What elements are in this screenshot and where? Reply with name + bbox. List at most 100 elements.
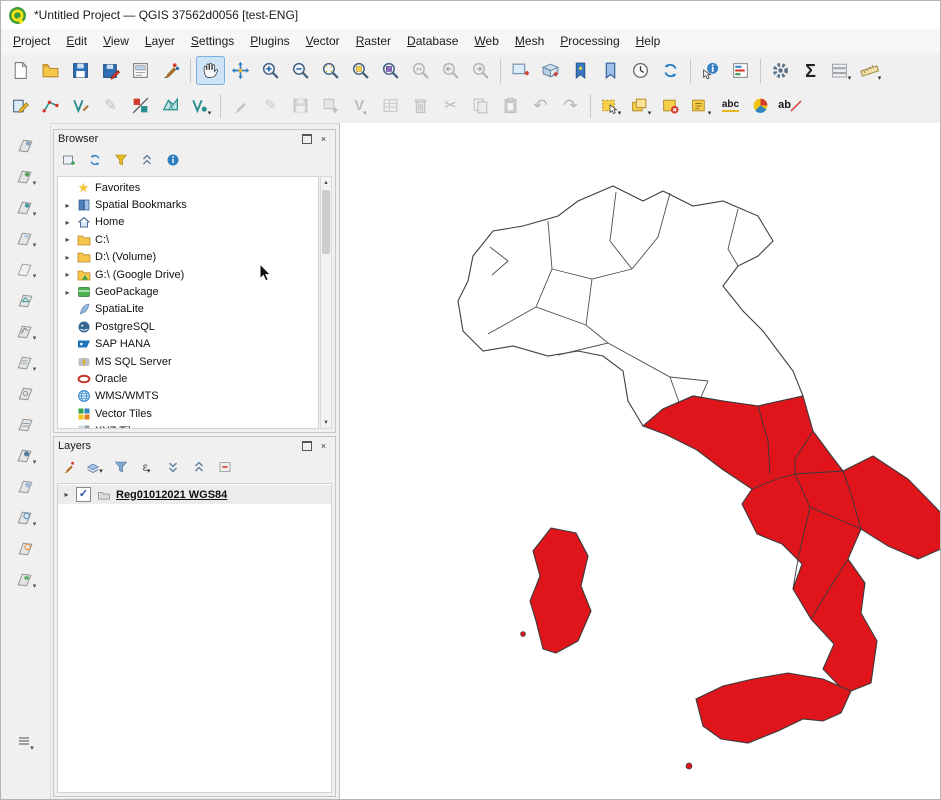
refresh-browser-button[interactable] — [83, 149, 106, 171]
menu-vector[interactable]: Vector — [298, 31, 348, 51]
new-geopackage-layer-button[interactable]: ▾ — [7, 164, 45, 188]
menu-database[interactable]: Database — [399, 31, 466, 51]
identify-features-button[interactable] — [696, 56, 725, 85]
browser-item-c-drive[interactable]: ▸C:\ — [58, 231, 318, 248]
menu-plugins[interactable]: Plugins — [242, 31, 297, 51]
expander-icon[interactable]: ▸ — [62, 490, 71, 499]
scroll-up-button[interactable]: ▲ — [321, 177, 331, 188]
zoom-in-button[interactable] — [256, 56, 285, 85]
menu-layer[interactable]: Layer — [137, 31, 183, 51]
layer-diagrams-button[interactable] — [746, 91, 775, 120]
add-favorite-button[interactable] — [57, 149, 80, 171]
add-delimited-text-layer-button[interactable] — [7, 412, 45, 436]
new-spatialite-layer-button[interactable]: ▾ — [7, 226, 45, 250]
zoom-to-layer-button[interactable] — [376, 56, 405, 85]
menu-web[interactable]: Web — [466, 31, 506, 51]
menu-mesh[interactable]: Mesh — [507, 31, 552, 51]
rotate-feature-button[interactable] — [226, 91, 255, 120]
add-vector-layer-button[interactable]: ▾ — [7, 319, 45, 343]
layer-labeling-button[interactable]: abc — [716, 91, 745, 120]
copy-features-button[interactable] — [466, 91, 495, 120]
mesh-digitizing-button[interactable] — [156, 91, 185, 120]
redo-button[interactable]: ↷ — [556, 91, 585, 120]
browser-item-xyz-tiles[interactable]: XYZ Tiles — [58, 422, 318, 429]
vertex-tool-button[interactable]: V▾ — [346, 91, 375, 120]
add-vector-tile-layer-button[interactable]: ▾ — [7, 567, 45, 591]
expand-all-button[interactable] — [161, 456, 184, 478]
filter-browser-button[interactable] — [109, 149, 132, 171]
menu-project[interactable]: Project — [5, 31, 58, 51]
show-layout-manager-button[interactable] — [126, 56, 155, 85]
temporal-controller-button[interactable] — [626, 56, 655, 85]
open-layer-styling-button[interactable] — [57, 456, 80, 478]
browser-item-oracle[interactable]: Oracle — [58, 370, 318, 387]
new-map-view-button[interactable] — [506, 56, 535, 85]
zoom-next-button[interactable] — [466, 56, 495, 85]
properties-info-button[interactable] — [161, 149, 184, 171]
remove-layer-button[interactable] — [213, 456, 236, 478]
add-spatialite-layer-button[interactable] — [7, 474, 45, 498]
browser-item-g-drive[interactable]: ▸G:\ (Google Drive) — [58, 266, 318, 283]
expander-icon[interactable]: ▸ — [63, 218, 72, 227]
menu-view[interactable]: View — [95, 31, 137, 51]
select-by-value-button[interactable]: ▾ — [626, 91, 655, 120]
browser-item-vector-tiles[interactable]: Vector Tiles — [58, 405, 318, 422]
measure-button[interactable]: ▾ — [856, 56, 885, 85]
add-postgis-layer-button[interactable]: ▾ — [7, 443, 45, 467]
layout-list-button[interactable]: ▾ — [826, 56, 855, 85]
refresh-map-button[interactable] — [656, 56, 685, 85]
close-panel-button[interactable]: × — [316, 132, 331, 146]
delete-selected-button[interactable] — [406, 91, 435, 120]
expander-icon[interactable]: ▸ — [63, 253, 72, 262]
browser-item-favorites[interactable]: ★Favorites — [58, 179, 318, 196]
browser-item-wms[interactable]: WMS/WMTS — [58, 388, 318, 405]
close-panel-button[interactable]: × — [316, 439, 331, 453]
digitize-with-segment-button[interactable] — [36, 91, 65, 120]
current-edits-button[interactable] — [6, 91, 35, 120]
show-sum-statistics-button[interactable]: Σ — [796, 56, 825, 85]
menu-raster[interactable]: Raster — [348, 31, 399, 51]
menu-settings[interactable]: Settings — [183, 31, 242, 51]
layer-visibility-checkbox[interactable]: ✓ — [76, 487, 91, 502]
vertex-tool-all-layers-button[interactable]: ▾ — [186, 91, 215, 120]
paste-features-button[interactable] — [496, 91, 525, 120]
map-canvas[interactable] — [339, 123, 940, 799]
options-button[interactable] — [766, 56, 795, 85]
expander-icon[interactable]: ▸ — [63, 201, 72, 210]
pan-to-selection-button[interactable] — [226, 56, 255, 85]
select-features-button[interactable]: ▾ — [596, 91, 625, 120]
modify-attributes-button[interactable] — [376, 91, 405, 120]
expander-icon[interactable]: ▸ — [63, 270, 72, 279]
select-by-form-button[interactable]: ▾ — [686, 91, 715, 120]
zoom-full-button[interactable] — [316, 56, 345, 85]
browser-item-spatialite[interactable]: SpatiaLite — [58, 301, 318, 318]
float-panel-button[interactable] — [299, 132, 314, 146]
manage-map-themes-button[interactable]: ▾ — [83, 456, 106, 478]
browser-scrollbar[interactable]: ▲ ▼ — [320, 176, 332, 429]
collapse-all-button[interactable] — [135, 149, 158, 171]
save-layer-edits-button[interactable] — [286, 91, 315, 120]
menu-processing[interactable]: Processing — [552, 31, 627, 51]
expander-icon[interactable]: ▸ — [63, 235, 72, 244]
browser-item-postgresql[interactable]: PostgreSQL — [58, 318, 318, 335]
style-manager-button[interactable] — [156, 56, 185, 85]
menu-edit[interactable]: Edit — [58, 31, 95, 51]
new-mesh-layer-button[interactable] — [7, 288, 45, 312]
cut-features-button[interactable]: ✂ — [436, 91, 465, 120]
expander-icon[interactable]: ▸ — [63, 288, 72, 297]
pan-map-button[interactable] — [196, 56, 225, 85]
add-feature-button[interactable] — [316, 91, 345, 120]
add-mesh-layer-button[interactable] — [7, 381, 45, 405]
zoom-last-button[interactable] — [436, 56, 465, 85]
undo-button[interactable]: ↶ — [526, 91, 555, 120]
save-project-as-button[interactable] — [96, 56, 125, 85]
data-source-manager-button[interactable] — [7, 133, 45, 157]
split-features-button[interactable] — [126, 91, 155, 120]
collapse-all-button[interactable] — [187, 456, 210, 478]
new-spatial-bookmark-button[interactable] — [566, 56, 595, 85]
browser-item-spatial-bookmarks[interactable]: ▸Spatial Bookmarks — [58, 196, 318, 213]
zoom-native-button[interactable] — [406, 56, 435, 85]
label-single-button[interactable]: ab — [776, 91, 805, 120]
add-wfs-layer-button[interactable] — [7, 536, 45, 560]
add-wms-layer-button[interactable]: ▾ — [7, 505, 45, 529]
